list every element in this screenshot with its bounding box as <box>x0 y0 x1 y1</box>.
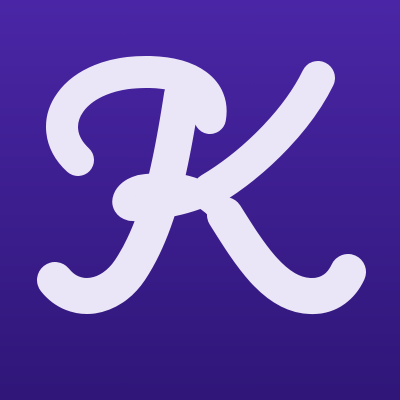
k-upper-arm <box>193 61 335 207</box>
k-lower-leg <box>207 197 366 314</box>
script-k-logo <box>37 55 366 314</box>
app-icon <box>0 0 400 400</box>
